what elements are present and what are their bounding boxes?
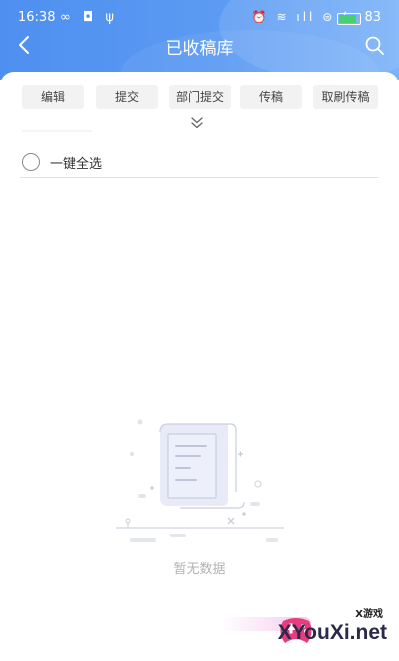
status-left-icons: ∞ ◘ ψ [60,10,118,25]
empty-state-text: 暂无数据 [173,562,226,577]
double-chevron-down-icon[interactable] [190,116,204,130]
page-title: 已收稿库 [165,39,234,59]
search-icon[interactable] [363,34,385,56]
watermark-tag: X游戏 [355,609,383,620]
app-header: 16:38 ∞ ◘ ψ ⏰ ≋ ıll ⊜ ϟ 83 已收稿库 [0,0,399,80]
battery-fill [339,15,356,23]
battery-level: 83 [364,10,381,25]
status-time: 16:38 [18,10,56,25]
select-all-radio[interactable] [22,153,40,171]
action-toolbar: 编辑 提交 部门提交 传稿 取刷传稿 [22,85,378,109]
edit-button[interactable]: 编辑 [22,85,84,109]
cancel-transfer-button[interactable]: 取刷传稿 [313,85,378,109]
transfer-button[interactable]: 传稿 [240,85,302,109]
main-content: 编辑 提交 部门提交 传稿 取刷传稿 一键全选 暂无数据 [0,72,399,661]
faint-divider [22,130,92,132]
status-bar: 16:38 ∞ ◘ ψ ⏰ ≋ ıll ⊜ ϟ 83 [0,8,399,28]
watermark-name: XYouXi.net [277,621,387,644]
select-all-row[interactable]: 一键全选 [20,151,379,178]
select-all-label: 一键全选 [50,157,103,172]
watermark: X游戏 XYouXi.net [221,605,391,653]
battery-icon [337,13,361,25]
title-bar: 已收稿库 [0,30,399,62]
empty-document-icon [116,419,284,542]
submit-button[interactable]: 提交 [96,85,158,109]
department-submit-button[interactable]: 部门提交 [169,85,231,109]
